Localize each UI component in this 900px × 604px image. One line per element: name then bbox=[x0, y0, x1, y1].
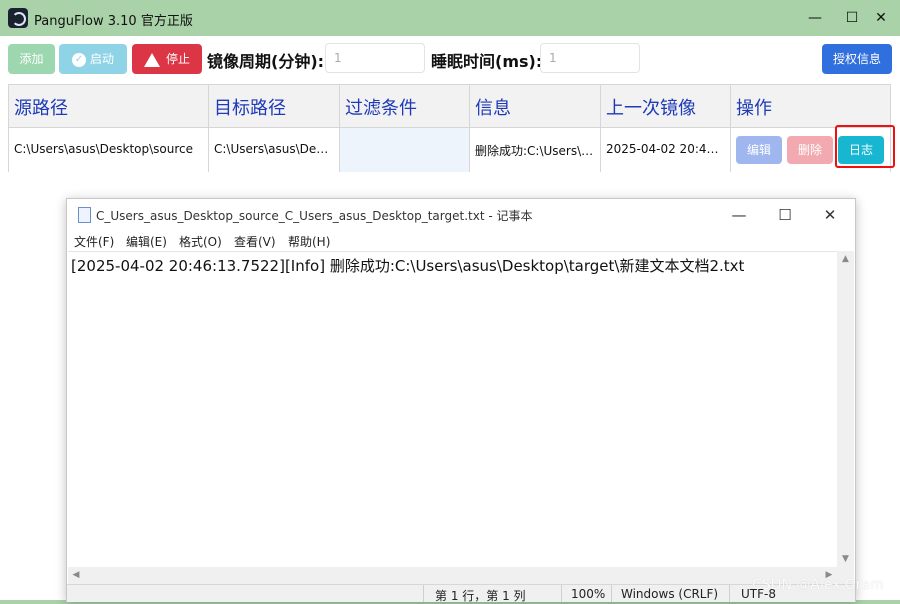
horizontal-scrollbar[interactable]: ◀ ▶ bbox=[68, 567, 837, 584]
sleep-time-input[interactable]: 1 bbox=[540, 43, 640, 73]
add-button-label: 添加 bbox=[19, 52, 44, 66]
maximize-button[interactable]: ☐ bbox=[839, 6, 865, 30]
notepad-status-bar: 第 1 行，第 1 列 100% Windows (CRLF) UTF-8 bbox=[67, 584, 855, 603]
column-header-last-mirror: 上一次镜像 bbox=[601, 85, 731, 128]
status-separator bbox=[611, 585, 612, 602]
sleep-time-label: 睡眠时间(ms): bbox=[431, 52, 543, 71]
menu-view[interactable]: 查看(V) bbox=[234, 233, 276, 250]
notepad-title-bar: C_Users_asus_Desktop_source_C_Users_asus… bbox=[67, 199, 855, 230]
column-header-source: 源路径 bbox=[9, 85, 209, 128]
window-title: PanguFlow 3.10 官方正版 bbox=[34, 14, 193, 29]
status-separator bbox=[729, 585, 730, 602]
edit-button[interactable]: 编辑 bbox=[736, 136, 782, 164]
toolbar: 添加 ✓ 启动 停止 镜像周期(分钟): 1 睡眠时间(ms): 1 授权信息 bbox=[0, 36, 900, 84]
cell-filter bbox=[340, 128, 470, 172]
column-header-target: 目标路径 bbox=[209, 85, 340, 128]
status-cursor-position: 第 1 行，第 1 列 bbox=[435, 589, 526, 603]
scroll-up-arrow-icon[interactable]: ▲ bbox=[837, 253, 854, 265]
status-zoom: 100% bbox=[571, 587, 606, 601]
cell-target-path: C:\Users\asus\Desktop\target bbox=[209, 128, 340, 172]
scroll-left-arrow-icon[interactable]: ◀ bbox=[70, 569, 82, 581]
stop-button[interactable]: 停止 bbox=[132, 44, 202, 74]
notepad-menubar: 文件(F) 编辑(E) 格式(O) 查看(V) 帮助(H) bbox=[67, 230, 855, 250]
notepad-window: C_Users_asus_Desktop_source_C_Users_asus… bbox=[66, 198, 856, 603]
start-button-label: 启动 bbox=[89, 52, 114, 66]
vertical-scrollbar[interactable]: ▲ ▼ bbox=[837, 251, 854, 567]
mirror-period-label: 镜像周期(分钟): bbox=[207, 52, 325, 71]
text-file-icon bbox=[78, 207, 91, 223]
check-circle-icon: ✓ bbox=[71, 52, 86, 67]
title-bar: PanguFlow 3.10 官方正版 — ☐ ✕ bbox=[0, 0, 900, 36]
status-line-ending: Windows (CRLF) bbox=[621, 587, 719, 601]
cell-info: 删除成功:C:\Users\asus\Desktop\target\新建文本文档… bbox=[470, 128, 601, 172]
menu-help[interactable]: 帮助(H) bbox=[288, 233, 330, 250]
column-header-actions: 操作 bbox=[731, 85, 890, 128]
close-button[interactable]: ✕ bbox=[868, 6, 894, 30]
cell-last-mirror: 2025-04-02 20:46:13 bbox=[601, 128, 731, 172]
cell-source-path: C:\Users\asus\Desktop\source bbox=[9, 128, 209, 172]
notepad-title: C_Users_asus_Desktop_source_C_Users_asus… bbox=[96, 209, 533, 223]
minimize-button[interactable]: — bbox=[802, 6, 828, 30]
column-header-filter: 过滤条件 bbox=[340, 85, 470, 128]
column-header-info: 信息 bbox=[470, 85, 601, 128]
notepad-text-area[interactable]: [2025-04-02 20:46:13.7522][Info] 删除成功:C:… bbox=[68, 251, 837, 567]
mirror-period-input[interactable]: 1 bbox=[325, 43, 425, 73]
auth-info-button[interactable]: 授权信息 bbox=[822, 44, 892, 74]
notepad-minimize-button[interactable]: — bbox=[724, 203, 754, 227]
status-separator bbox=[561, 585, 562, 602]
stop-button-label: 停止 bbox=[165, 52, 190, 66]
menu-file[interactable]: 文件(F) bbox=[74, 233, 114, 250]
menu-format[interactable]: 格式(O) bbox=[179, 233, 222, 250]
menu-edit[interactable]: 编辑(E) bbox=[126, 233, 167, 250]
watermark: CSDN @Alex Gram bbox=[752, 577, 884, 593]
status-separator bbox=[423, 585, 424, 602]
add-button[interactable]: 添加 bbox=[8, 44, 55, 74]
delete-button[interactable]: 删除 bbox=[787, 136, 833, 164]
scroll-down-arrow-icon[interactable]: ▼ bbox=[837, 553, 854, 565]
mirror-table: 源路径 目标路径 过滤条件 信息 上一次镜像 操作 C:\Users\asus\… bbox=[8, 84, 891, 172]
notepad-maximize-button[interactable]: ☐ bbox=[770, 203, 800, 227]
warning-icon bbox=[143, 52, 160, 67]
auth-info-label: 授权信息 bbox=[832, 52, 881, 66]
notepad-close-button[interactable]: ✕ bbox=[815, 203, 845, 227]
log-button[interactable]: 日志 bbox=[838, 136, 884, 164]
app-logo-icon bbox=[8, 8, 28, 28]
start-button[interactable]: ✓ 启动 bbox=[59, 44, 127, 74]
